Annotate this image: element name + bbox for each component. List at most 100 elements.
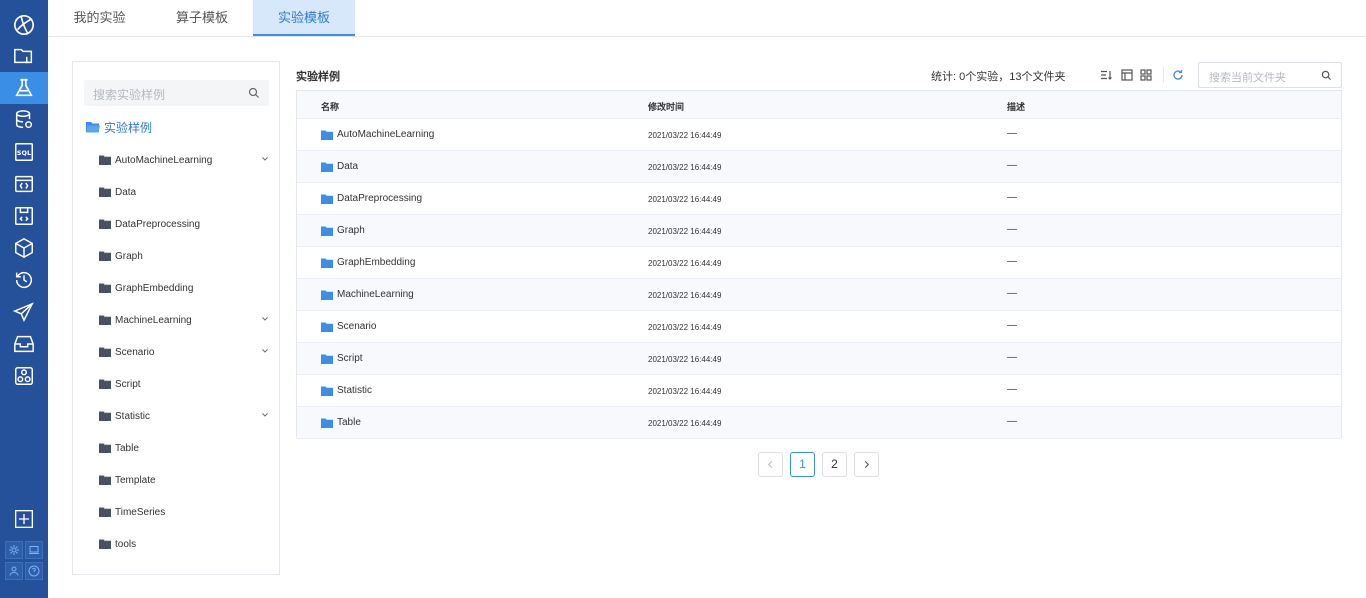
folder-search-input[interactable]: 搜索当前文件夹 bbox=[1198, 62, 1342, 88]
tree-item[interactable]: Script bbox=[99, 376, 269, 392]
project-folder-icon[interactable] bbox=[0, 40, 48, 72]
search-icon[interactable] bbox=[1321, 70, 1332, 81]
folder-icon bbox=[321, 290, 333, 300]
next-page-button[interactable] bbox=[854, 452, 879, 477]
list-view-icon[interactable] bbox=[1121, 69, 1133, 81]
row-name-cell[interactable]: Graph bbox=[321, 225, 365, 236]
sql-icon[interactable]: SQL bbox=[0, 136, 48, 168]
tree-item[interactable]: AutoMachineLearning bbox=[99, 152, 269, 168]
prev-page-button[interactable] bbox=[758, 452, 783, 477]
row-name-cell[interactable]: AutoMachineLearning bbox=[321, 129, 434, 140]
tree-item-label: Template bbox=[115, 474, 156, 486]
row-name-cell[interactable]: Scenario bbox=[321, 321, 376, 332]
folder-icon bbox=[321, 226, 333, 236]
model-cube-icon[interactable] bbox=[0, 232, 48, 264]
add-icon[interactable] bbox=[0, 506, 48, 532]
table-row[interactable]: GraphEmbedding 2021/03/22 16:44:49 — bbox=[297, 247, 1341, 279]
tree-item[interactable]: MachineLearning bbox=[99, 312, 269, 328]
tree-item[interactable]: Graph bbox=[99, 248, 269, 264]
tree-item[interactable]: Table bbox=[99, 440, 269, 456]
row-description: — bbox=[1007, 224, 1017, 235]
row-folder-name[interactable]: MachineLearning bbox=[337, 289, 414, 300]
tree-item[interactable]: GraphEmbedding bbox=[99, 280, 269, 296]
row-modified-time: 2021/03/22 16:44:49 bbox=[648, 291, 722, 300]
tab-operator-templates[interactable]: 算子模板 bbox=[151, 0, 253, 36]
column-header-name[interactable]: 名称 bbox=[321, 100, 339, 113]
row-name-cell[interactable]: MachineLearning bbox=[321, 289, 414, 300]
tree-item[interactable]: Template bbox=[99, 472, 269, 488]
table-row[interactable]: Data 2021/03/22 16:44:49 — bbox=[297, 151, 1341, 183]
row-folder-name[interactable]: Graph bbox=[337, 225, 365, 236]
deploy-send-icon[interactable] bbox=[0, 296, 48, 328]
row-folder-name[interactable]: AutoMachineLearning bbox=[337, 129, 434, 140]
row-folder-name[interactable]: Scenario bbox=[337, 321, 376, 332]
tree-item[interactable]: tools bbox=[99, 536, 269, 552]
column-header-modified[interactable]: 修改时间 bbox=[648, 100, 684, 113]
row-modified-time: 2021/03/22 16:44:49 bbox=[648, 387, 722, 396]
tree-root-item[interactable]: 实验样例 bbox=[86, 119, 152, 135]
table-row[interactable]: AutoMachineLearning 2021/03/22 16:44:49 — bbox=[297, 119, 1341, 151]
row-name-cell[interactable]: Statistic bbox=[321, 385, 372, 396]
page-1-button[interactable]: 1 bbox=[790, 452, 815, 477]
notebook-icon[interactable] bbox=[0, 200, 48, 232]
table-row[interactable]: Script 2021/03/22 16:44:49 — bbox=[297, 343, 1341, 375]
tree-item[interactable]: TimeSeries bbox=[99, 504, 269, 520]
row-folder-name[interactable]: Statistic bbox=[337, 385, 372, 396]
search-icon[interactable] bbox=[248, 87, 260, 99]
tree-item[interactable]: Data bbox=[99, 184, 269, 200]
help-icon[interactable] bbox=[25, 562, 43, 580]
tree-item[interactable]: Statistic bbox=[99, 408, 269, 424]
files-table: 名称 修改时间 描述 AutoMachineLearning 2021/03/22… bbox=[296, 90, 1342, 439]
svg-text:SQL: SQL bbox=[17, 149, 31, 157]
tab-experiment-templates[interactable]: 实验模板 bbox=[253, 0, 355, 36]
grid-view-icon[interactable] bbox=[1140, 69, 1152, 81]
refresh-icon[interactable] bbox=[1172, 69, 1184, 81]
page-2-button[interactable]: 2 bbox=[822, 452, 847, 477]
logo-icon[interactable] bbox=[0, 8, 48, 42]
database-icon[interactable] bbox=[0, 104, 48, 136]
row-modified-time: 2021/03/22 16:44:49 bbox=[648, 227, 722, 236]
row-folder-name[interactable]: Data bbox=[337, 161, 358, 172]
chevron-down-icon[interactable] bbox=[261, 315, 269, 323]
table-row[interactable]: DataPreprocessing 2021/03/22 16:44:49 — bbox=[297, 183, 1341, 215]
history-icon[interactable] bbox=[0, 264, 48, 296]
tree-item-label: Script bbox=[115, 378, 141, 390]
row-name-cell[interactable]: Data bbox=[321, 161, 358, 172]
row-folder-name[interactable]: DataPreprocessing bbox=[337, 193, 422, 204]
row-name-cell[interactable]: Table bbox=[321, 417, 361, 428]
row-name-cell[interactable]: GraphEmbedding bbox=[321, 257, 415, 268]
row-description: — bbox=[1007, 416, 1017, 427]
chevron-down-icon[interactable] bbox=[261, 347, 269, 355]
table-row[interactable]: Statistic 2021/03/22 16:44:49 — bbox=[297, 375, 1341, 407]
chevron-down-icon[interactable] bbox=[261, 411, 269, 419]
column-header-description: 描述 bbox=[1007, 102, 1026, 112]
chevron-down-icon[interactable] bbox=[261, 155, 269, 163]
row-folder-name[interactable]: Script bbox=[337, 353, 363, 364]
tree-search-input[interactable]: 搜索实验样例 bbox=[84, 80, 269, 106]
tree-item[interactable]: Scenario bbox=[99, 344, 269, 360]
row-name-cell[interactable]: DataPreprocessing bbox=[321, 193, 422, 204]
code-window-icon[interactable] bbox=[0, 168, 48, 200]
row-folder-name[interactable]: Table bbox=[337, 417, 361, 428]
user-icon[interactable] bbox=[5, 562, 23, 580]
table-row[interactable]: Graph 2021/03/22 16:44:49 — bbox=[297, 215, 1341, 247]
row-description: — bbox=[1007, 128, 1017, 139]
settings-icon[interactable] bbox=[5, 541, 23, 559]
inbox-icon[interactable] bbox=[0, 328, 48, 360]
tree-search-placeholder: 搜索实验样例 bbox=[93, 88, 166, 102]
experiment-flask-icon[interactable] bbox=[0, 72, 48, 104]
tree-item[interactable]: DataPreprocessing bbox=[99, 216, 269, 232]
table-row[interactable]: Table 2021/03/22 16:44:49 — bbox=[297, 407, 1341, 439]
table-row[interactable]: Scenario 2021/03/22 16:44:49 — bbox=[297, 311, 1341, 343]
cluster-icon[interactable] bbox=[0, 360, 48, 392]
tree-item-label: Table bbox=[115, 442, 139, 454]
tab-my-experiments[interactable]: 我的实验 bbox=[48, 0, 151, 36]
row-folder-name[interactable]: GraphEmbedding bbox=[337, 257, 415, 268]
row-name-cell[interactable]: Script bbox=[321, 353, 363, 364]
tree-item-label: AutoMachineLearning bbox=[115, 154, 213, 166]
sort-icon[interactable] bbox=[1100, 69, 1112, 81]
laptop-icon[interactable] bbox=[25, 541, 43, 559]
tree-item-label: tools bbox=[115, 538, 137, 550]
table-row[interactable]: MachineLearning 2021/03/22 16:44:49 — bbox=[297, 279, 1341, 311]
left-nav-rail: SQL bbox=[0, 0, 48, 598]
